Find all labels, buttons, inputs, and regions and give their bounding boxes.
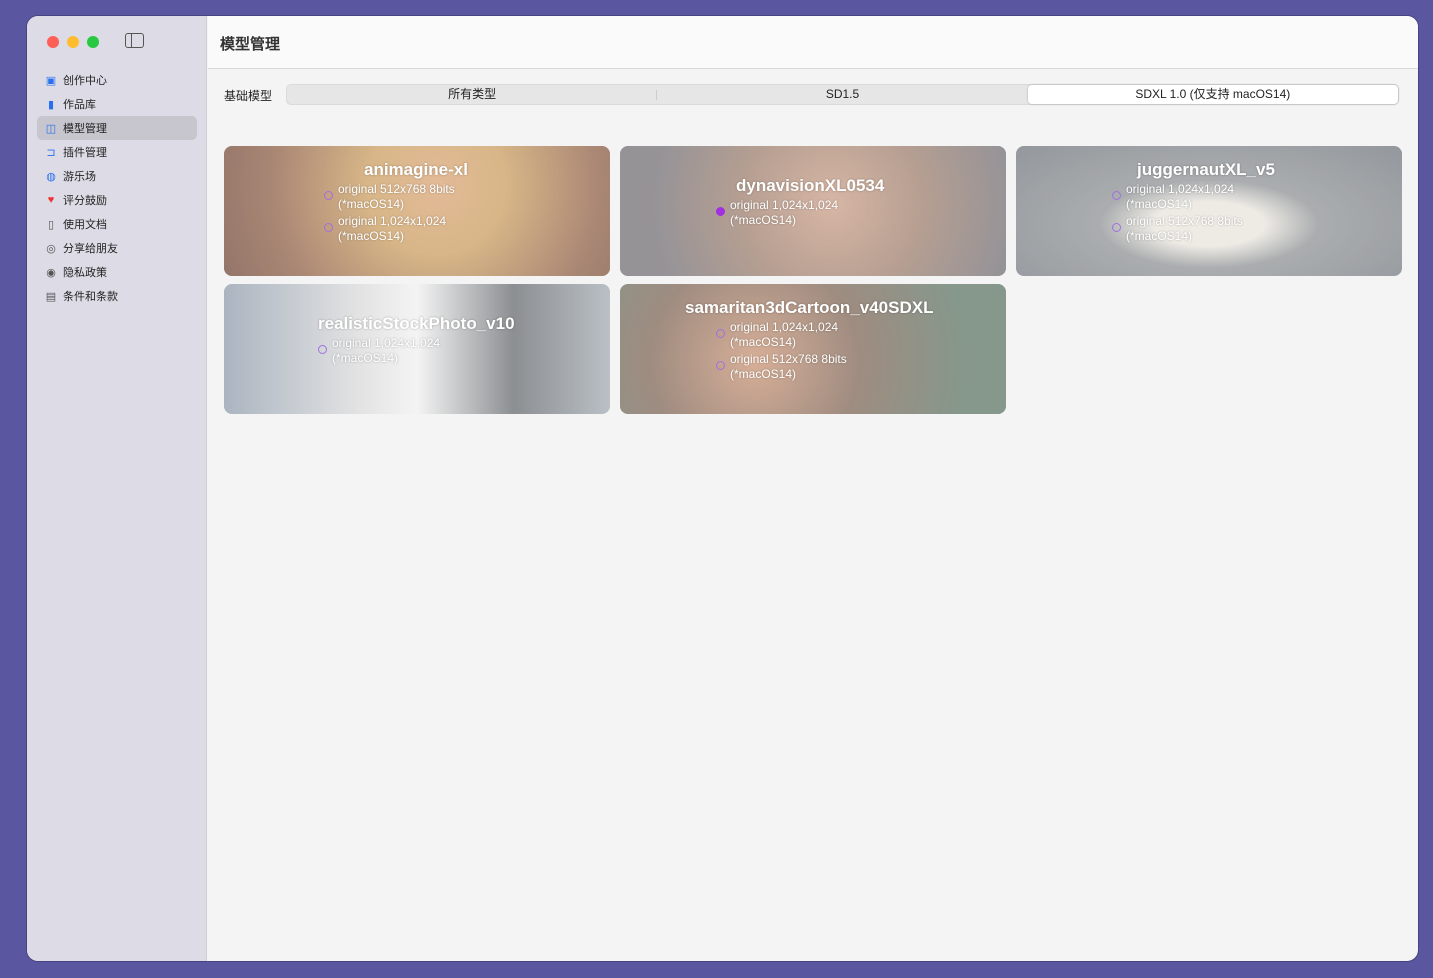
model-option[interactable]: original 1,024x1,024 (*macOS14) — [1112, 182, 1275, 212]
radio-button[interactable] — [1112, 223, 1121, 232]
model-name: realisticStockPhoto_v10 — [318, 314, 515, 333]
books-icon: ▮ — [47, 98, 55, 111]
model-card[interactable]: realisticStockPhoto_v10 original 1,024x1… — [224, 284, 610, 414]
option-note: (*macOS14) — [338, 197, 405, 211]
share-icon: ◎ — [46, 242, 56, 255]
model-option[interactable]: original 1,024x1,024 (*macOS14) — [318, 336, 515, 366]
model-name: animagine-xl — [364, 160, 468, 179]
radio-button[interactable] — [324, 191, 333, 200]
option-label: original 512x768 8bits — [1126, 214, 1243, 228]
option-label: original 1,024x1,024 — [730, 198, 839, 212]
app-window: ▣ 创作中心 ▮ 作品库 ◫ 模型管理 ⊐ 插件管理 ◍ 游乐场 ♥ 评分鼓励 ▯ 使用文档 … — [27, 16, 1418, 961]
option-label: original 1,024x1,024 — [338, 214, 447, 228]
sidebar-item-share[interactable]: ◎ 分享给朋友 — [37, 236, 197, 260]
model-name: dynavisionXL0534 — [736, 176, 885, 195]
radio-button[interactable] — [324, 223, 333, 232]
minimize-button[interactable] — [67, 36, 79, 48]
window-controls — [47, 36, 99, 48]
option-note: (*macOS14) — [730, 213, 797, 227]
radio-button[interactable] — [318, 345, 327, 354]
base-model-segmented-control: 所有类型 SD1.5 SDXL 1.0 (仅支持 macOS14) — [286, 84, 1399, 105]
document-icon: ▤ — [45, 290, 57, 303]
page-title: 模型管理 — [220, 36, 281, 53]
sidebar-item-rate[interactable]: ♥ 评分鼓励 — [37, 188, 197, 212]
segment-sd15[interactable]: SD1.5 — [657, 85, 1027, 104]
model-grid: animagine-xl original 512x768 8bits (*mac… — [224, 146, 1404, 414]
palette-icon: ◍ — [46, 170, 56, 183]
option-note: (*macOS14) — [1126, 197, 1193, 211]
model-name: samaritan3dCartoon_v40SDXL — [685, 298, 934, 317]
lock-shield-icon: ◉ — [46, 266, 56, 279]
model-option[interactable]: original 512x768 8bits (*macOS14) — [716, 352, 933, 382]
model-card[interactable]: dynavisionXL0534 original 1,024x1,024 (*m… — [620, 146, 1006, 276]
model-option[interactable]: original 512x768 8bits (*macOS14) — [324, 182, 468, 212]
zoom-button[interactable] — [87, 36, 99, 48]
heart-icon: ♥ — [47, 194, 55, 206]
option-label: original 512x768 8bits — [730, 352, 847, 366]
sidebar-item-terms[interactable]: ▤ 条件和条款 — [37, 284, 197, 308]
model-option[interactable]: original 1,024x1,024 (*macOS14) — [716, 198, 884, 228]
option-note: (*macOS14) — [1126, 229, 1193, 243]
sidebar-item-plugins[interactable]: ⊐ 插件管理 — [37, 140, 197, 164]
plugin-icon: ⊐ — [46, 146, 56, 159]
segment-all[interactable]: 所有类型 — [287, 85, 658, 104]
photo-icon: ▣ — [45, 74, 57, 87]
option-label: original 1,024x1,024 — [1126, 182, 1235, 196]
radio-button[interactable] — [1112, 191, 1121, 200]
sidebar-item-models[interactable]: ◫ 模型管理 — [37, 116, 197, 140]
model-card[interactable]: samaritan3dCartoon_v40SDXL original 1,02… — [620, 284, 1006, 414]
close-button[interactable] — [47, 36, 59, 48]
filter-label: 基础模型 — [224, 89, 273, 103]
option-label: original 1,024x1,024 — [730, 320, 839, 334]
sidebar-item-creation[interactable]: ▣ 创作中心 — [37, 68, 197, 92]
option-label: original 512x768 8bits — [338, 182, 455, 196]
doc-search-icon: ▯ — [47, 218, 55, 231]
radio-button-selected[interactable] — [716, 207, 725, 216]
radio-button[interactable] — [716, 361, 725, 370]
model-card[interactable]: animagine-xl original 512x768 8bits (*mac… — [224, 146, 610, 276]
sidebar-item-privacy[interactable]: ◉ 隐私政策 — [37, 260, 197, 284]
toolbar: 模型管理 — [208, 16, 1418, 69]
sidebar-toggle-icon[interactable] — [125, 33, 144, 48]
option-label: original 1,024x1,024 — [332, 336, 441, 350]
model-option[interactable]: original 512x768 8bits (*macOS14) — [1112, 214, 1275, 244]
sidebar-nav: ▣ 创作中心 ▮ 作品库 ◫ 模型管理 ⊐ 插件管理 ◍ 游乐场 ♥ 评分鼓励 ▯ 使用文档 … — [37, 68, 197, 308]
sidebar-item-gallery[interactable]: ▮ 作品库 — [37, 92, 197, 116]
sidebar: ▣ 创作中心 ▮ 作品库 ◫ 模型管理 ⊐ 插件管理 ◍ 游乐场 ♥ 评分鼓励 ▯ 使用文档 … — [27, 16, 207, 961]
sidebar-item-docs[interactable]: ▯ 使用文档 — [37, 212, 197, 236]
model-card[interactable]: juggernautXL_v5 original 1,024x1,024 (*ma… — [1016, 146, 1402, 276]
model-name: juggernautXL_v5 — [1137, 160, 1275, 179]
model-option[interactable]: original 1,024x1,024 (*macOS14) — [324, 214, 468, 244]
segment-sdxl[interactable]: SDXL 1.0 (仅支持 macOS14) — [1027, 85, 1398, 104]
option-note: (*macOS14) — [338, 229, 405, 243]
cpu-icon: ◫ — [45, 122, 57, 135]
radio-button[interactable] — [716, 329, 725, 338]
option-note: (*macOS14) — [332, 351, 399, 365]
option-note: (*macOS14) — [730, 335, 797, 349]
sidebar-item-playground[interactable]: ◍ 游乐场 — [37, 164, 197, 188]
model-option[interactable]: original 1,024x1,024 (*macOS14) — [716, 320, 933, 350]
option-note: (*macOS14) — [730, 367, 797, 381]
